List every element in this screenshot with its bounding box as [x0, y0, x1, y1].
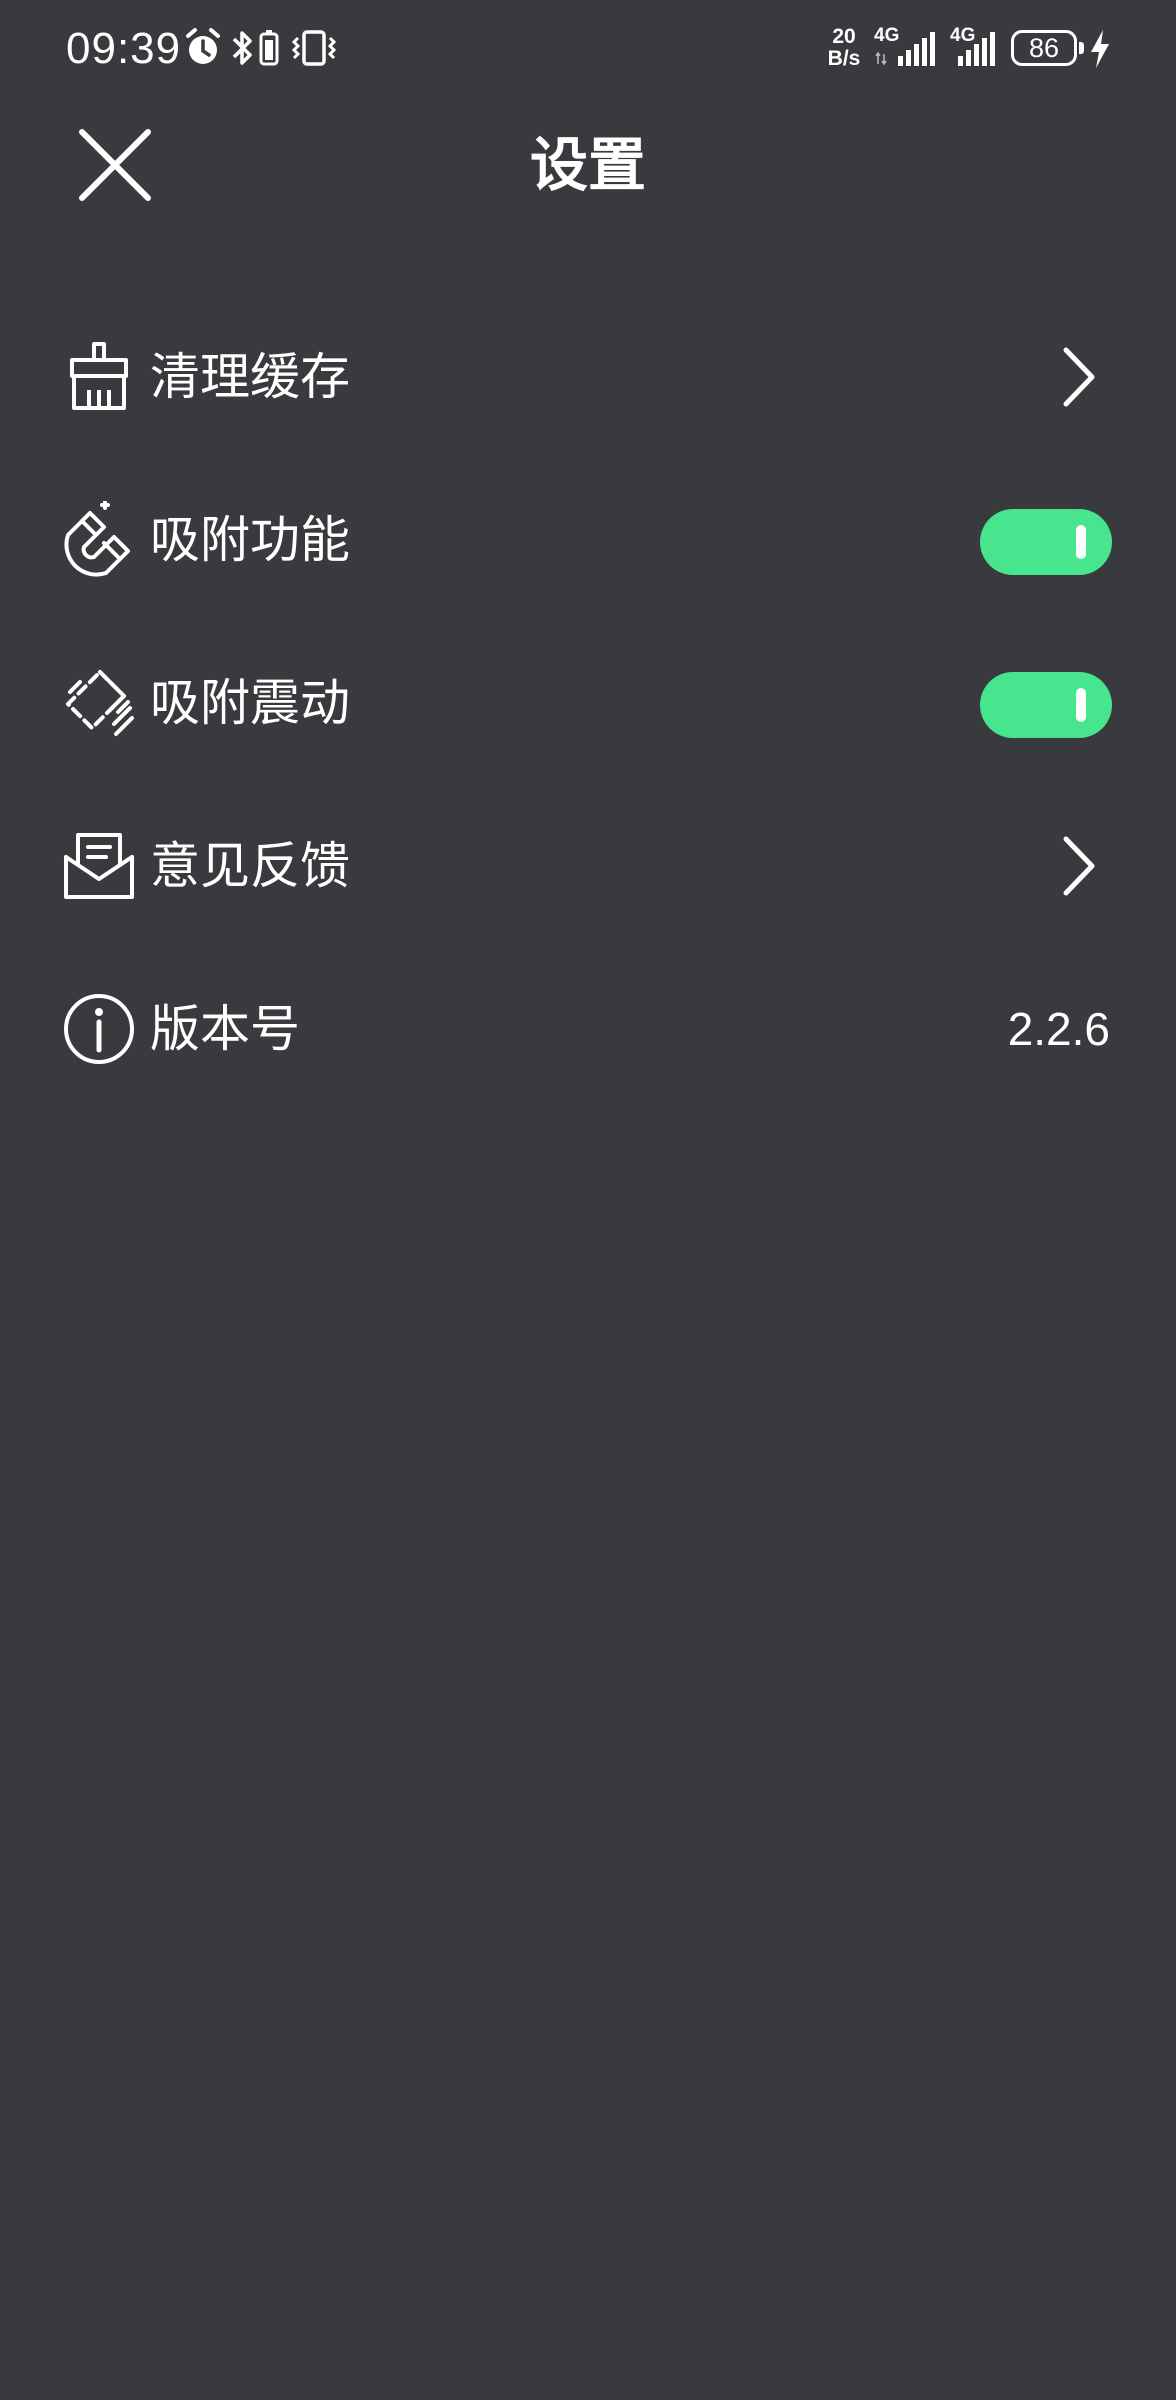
status-bar: 09:39 20 B/s 4G 4G 86: [0, 0, 1176, 100]
version-label: 版本号: [150, 1000, 300, 1058]
vibrate-icon: [291, 30, 337, 66]
clear-cache-row[interactable]: 清理缓存: [0, 296, 1176, 459]
broom-icon: [70, 342, 128, 410]
snap-function-label: 吸附功能: [150, 511, 350, 569]
settings-list: 清理缓存 吸附功能 吸附震动 意见反馈 版本号 2.2.6: [0, 296, 1176, 1111]
snap-vibration-label: 吸附震动: [150, 674, 350, 732]
snap-vibration-row: 吸附震动: [0, 622, 1176, 785]
mail-icon: [64, 833, 134, 899]
chevron-right-icon: [1063, 347, 1095, 407]
snap-function-row: 吸附功能: [0, 459, 1176, 622]
network-speed: 20 B/s: [822, 26, 866, 70]
bluetooth-icon: [232, 31, 252, 65]
snap-vibration-toggle[interactable]: [980, 672, 1112, 738]
feedback-row[interactable]: 意见反馈: [0, 785, 1176, 948]
toggle-knob: [1076, 688, 1086, 722]
device-battery-icon: [259, 30, 279, 66]
network-speed-value: 20: [832, 25, 856, 48]
clear-cache-label: 清理缓存: [150, 348, 350, 406]
battery-indicator: 86: [1011, 30, 1077, 66]
chevron-right-icon: [1063, 836, 1095, 896]
feedback-label: 意见反馈: [150, 837, 350, 895]
version-row: 版本号 2.2.6: [0, 948, 1176, 1111]
settings-screen: 09:39 20 B/s 4G 4G 86 设置 清理缓存 吸附功能 吸附震动 …: [0, 0, 1176, 2400]
version-value: 2.2.6: [1007, 1003, 1110, 1055]
snap-function-toggle[interactable]: [980, 509, 1112, 575]
alarm-icon: [186, 28, 220, 64]
magnet-icon: [64, 501, 130, 577]
status-time: 09:39: [66, 24, 182, 73]
info-icon: [64, 994, 134, 1064]
signal-icon: [875, 32, 935, 66]
toggle-knob: [1076, 525, 1086, 559]
charging-icon: [1091, 30, 1109, 68]
battery-nub: [1079, 42, 1084, 54]
network-speed-unit: B/s: [827, 47, 861, 70]
vibration-icon: [66, 670, 134, 736]
signal-icon: [958, 32, 995, 66]
page-title: 设置: [529, 131, 646, 199]
